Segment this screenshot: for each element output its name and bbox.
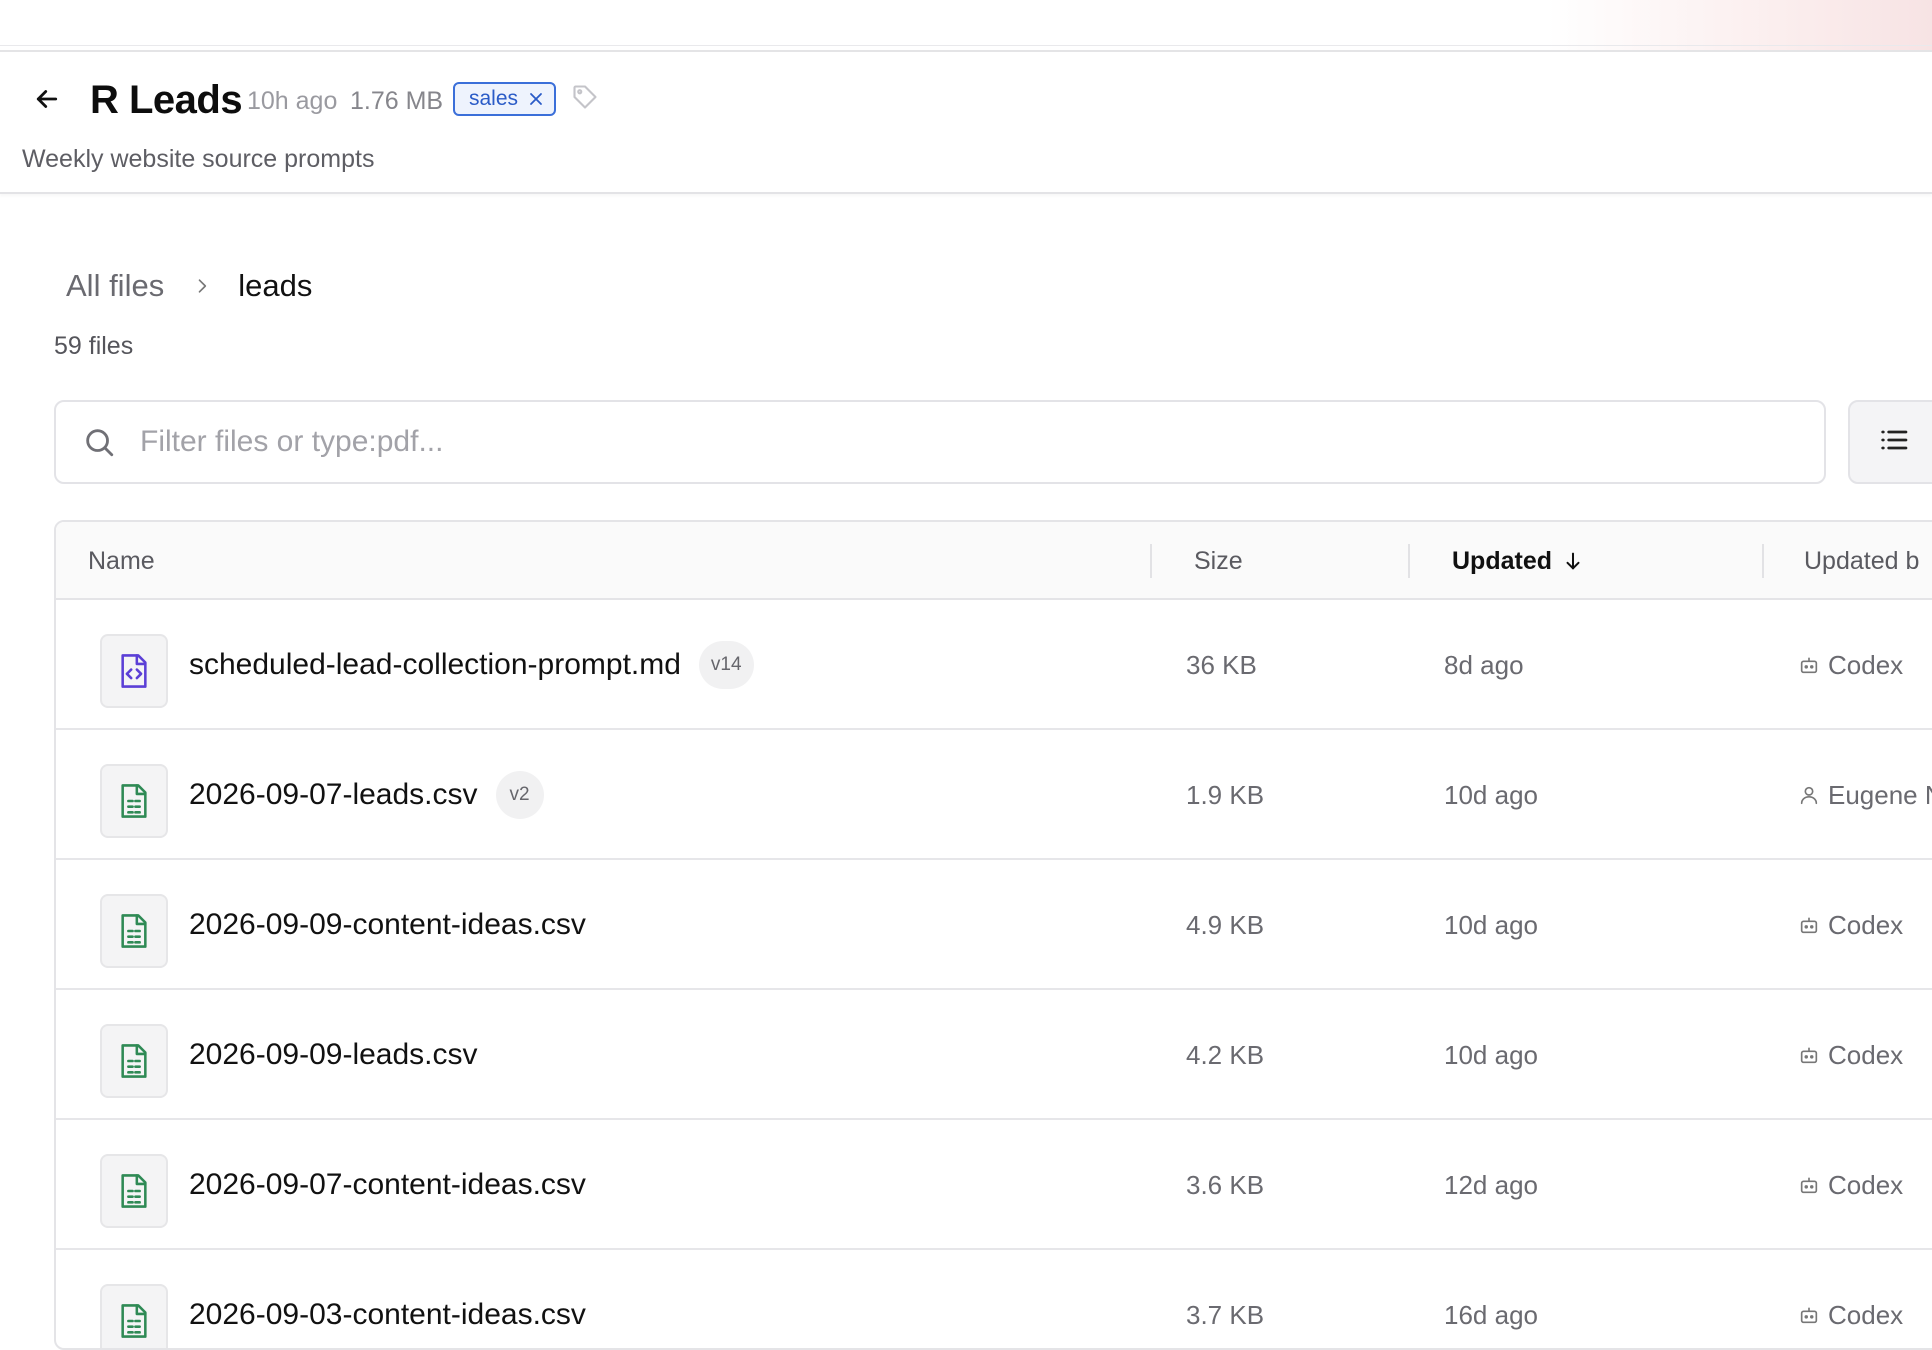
table-row[interactable]: 2026-09-09-content-ideas.csv 4.9 KB 10d … [56,860,1932,990]
file-name[interactable]: scheduled-lead-collection-prompt.md [189,648,681,682]
breadcrumb-current: leads [238,268,313,303]
breadcrumb: All files leads [66,264,312,308]
list-view-icon [1878,424,1910,461]
file-name-cell: 2026-09-03-content-ideas.csv [189,1250,586,1348]
updated-by-cell: Codex [1798,990,1903,1120]
updated-time: 10h ago [247,87,338,115]
tag-chip: sales [453,82,557,116]
table-row[interactable]: 2026-09-09-leads.csv 4.2 KB 10d ago Code… [56,990,1932,1120]
breadcrumb-all-files[interactable]: All files [66,268,164,304]
column-divider [1762,544,1764,578]
file-name-cell: scheduled-lead-collection-prompt.md v14 [189,600,754,730]
file-name-cell: 2026-09-07-content-ideas.csv [189,1120,586,1250]
file-name[interactable]: 2026-09-09-content-ideas.csv [189,908,586,942]
table-row[interactable]: 2026-09-07-content-ideas.csv 3.6 KB 12d … [56,1120,1932,1250]
updated-by-cell: Eugene N [1798,730,1932,860]
search-input[interactable] [138,424,1738,460]
updated-by-cell: Codex [1798,860,1903,990]
csv-file-icon [100,894,168,968]
version-badge: v14 [698,641,754,689]
bot-icon [1798,1044,1820,1066]
column-name[interactable]: Name [88,522,155,600]
updated-by-name: Codex [1828,1299,1904,1330]
chevron-right-icon [192,276,212,296]
user-icon [1798,784,1820,806]
csv-file-icon [100,1284,168,1348]
file-count: 59 files [54,332,134,360]
bot-icon [1798,1304,1820,1326]
search-box [54,400,1826,484]
top-bar [0,0,1932,52]
top-bar-divider [0,45,1932,46]
file-updated: 10d ago [1444,1039,1538,1070]
column-updated-label: Updated [1452,546,1552,575]
file-name-cell: 2026-09-09-content-ideas.csv [189,860,586,990]
updated-by-name: Codex [1828,909,1904,940]
file-size: 4.9 KB [1186,909,1265,940]
file-updated: 12d ago [1444,1169,1538,1200]
bot-icon [1798,1174,1820,1196]
page-title: R Leads [90,78,243,122]
column-size[interactable]: Size [1194,522,1243,600]
arrow-down-icon [1562,550,1584,572]
file-name[interactable]: 2026-09-07-leads.csv [189,778,478,812]
file-name[interactable]: 2026-09-07-content-ideas.csv [189,1168,586,1202]
close-icon[interactable] [528,91,544,107]
updated-by-name: Codex [1828,649,1904,680]
updated-by-cell: Codex [1798,1120,1903,1250]
csv-file-icon [100,1024,168,1098]
file-size: 36 KB [1186,649,1257,680]
updated-by-name: Codex [1828,1169,1904,1200]
arrow-left-icon [32,84,62,119]
total-size: 1.76 MB [350,87,444,115]
tag-icon [571,83,599,116]
back-button[interactable] [28,82,66,120]
table-row[interactable]: scheduled-lead-collection-prompt.md v14 … [56,600,1932,730]
csv-file-icon [100,1154,168,1228]
file-description: Weekly website source prompts [22,145,375,173]
table-header: Name Size Updated Updated b [56,522,1932,600]
tag-label: sales [469,87,519,110]
files-table: Name Size Updated Updated b scheduled-le… [54,520,1932,1350]
file-name[interactable]: 2026-09-03-content-ideas.csv [189,1298,586,1332]
version-badge: v2 [495,771,544,819]
file-size: 3.7 KB [1186,1299,1265,1330]
file-name[interactable]: 2026-09-09-leads.csv [189,1038,478,1072]
bot-icon [1798,654,1820,676]
column-divider [1150,544,1152,578]
bot-icon [1798,914,1820,936]
column-divider [1408,544,1410,578]
csv-file-icon [100,764,168,838]
file-updated: 10d ago [1444,779,1538,810]
column-updated[interactable]: Updated [1452,522,1584,600]
table-row[interactable]: 2026-09-03-content-ideas.csv 3.7 KB 16d … [56,1250,1932,1348]
add-tag-button[interactable] [570,84,600,114]
updated-by-cell: Codex [1798,1250,1904,1348]
table-row[interactable]: 2026-09-07-leads.csv v2 1.9 KB 10d ago E… [56,730,1932,860]
file-updated: 10d ago [1444,909,1538,940]
column-updated-by[interactable]: Updated b [1804,522,1919,600]
updated-by-cell: Codex [1798,600,1903,730]
file-size: 1.9 KB [1186,779,1265,810]
file-updated: 16d ago [1444,1299,1538,1330]
markdown-file-icon [100,634,168,708]
file-size: 3.6 KB [1186,1169,1265,1200]
file-name-cell: 2026-09-09-leads.csv [189,990,478,1120]
file-size: 4.2 KB [1186,1039,1265,1070]
updated-by-name: Codex [1828,1039,1904,1070]
file-updated: 8d ago [1444,649,1524,680]
file-name-cell: 2026-09-07-leads.csv v2 [189,730,544,860]
search-icon [82,425,116,459]
list-view-button[interactable] [1848,400,1932,484]
file-header: R Leads 10h ago 1.76 MB sales Weekly web… [0,52,1932,194]
updated-by-name: Eugene N [1828,779,1932,810]
